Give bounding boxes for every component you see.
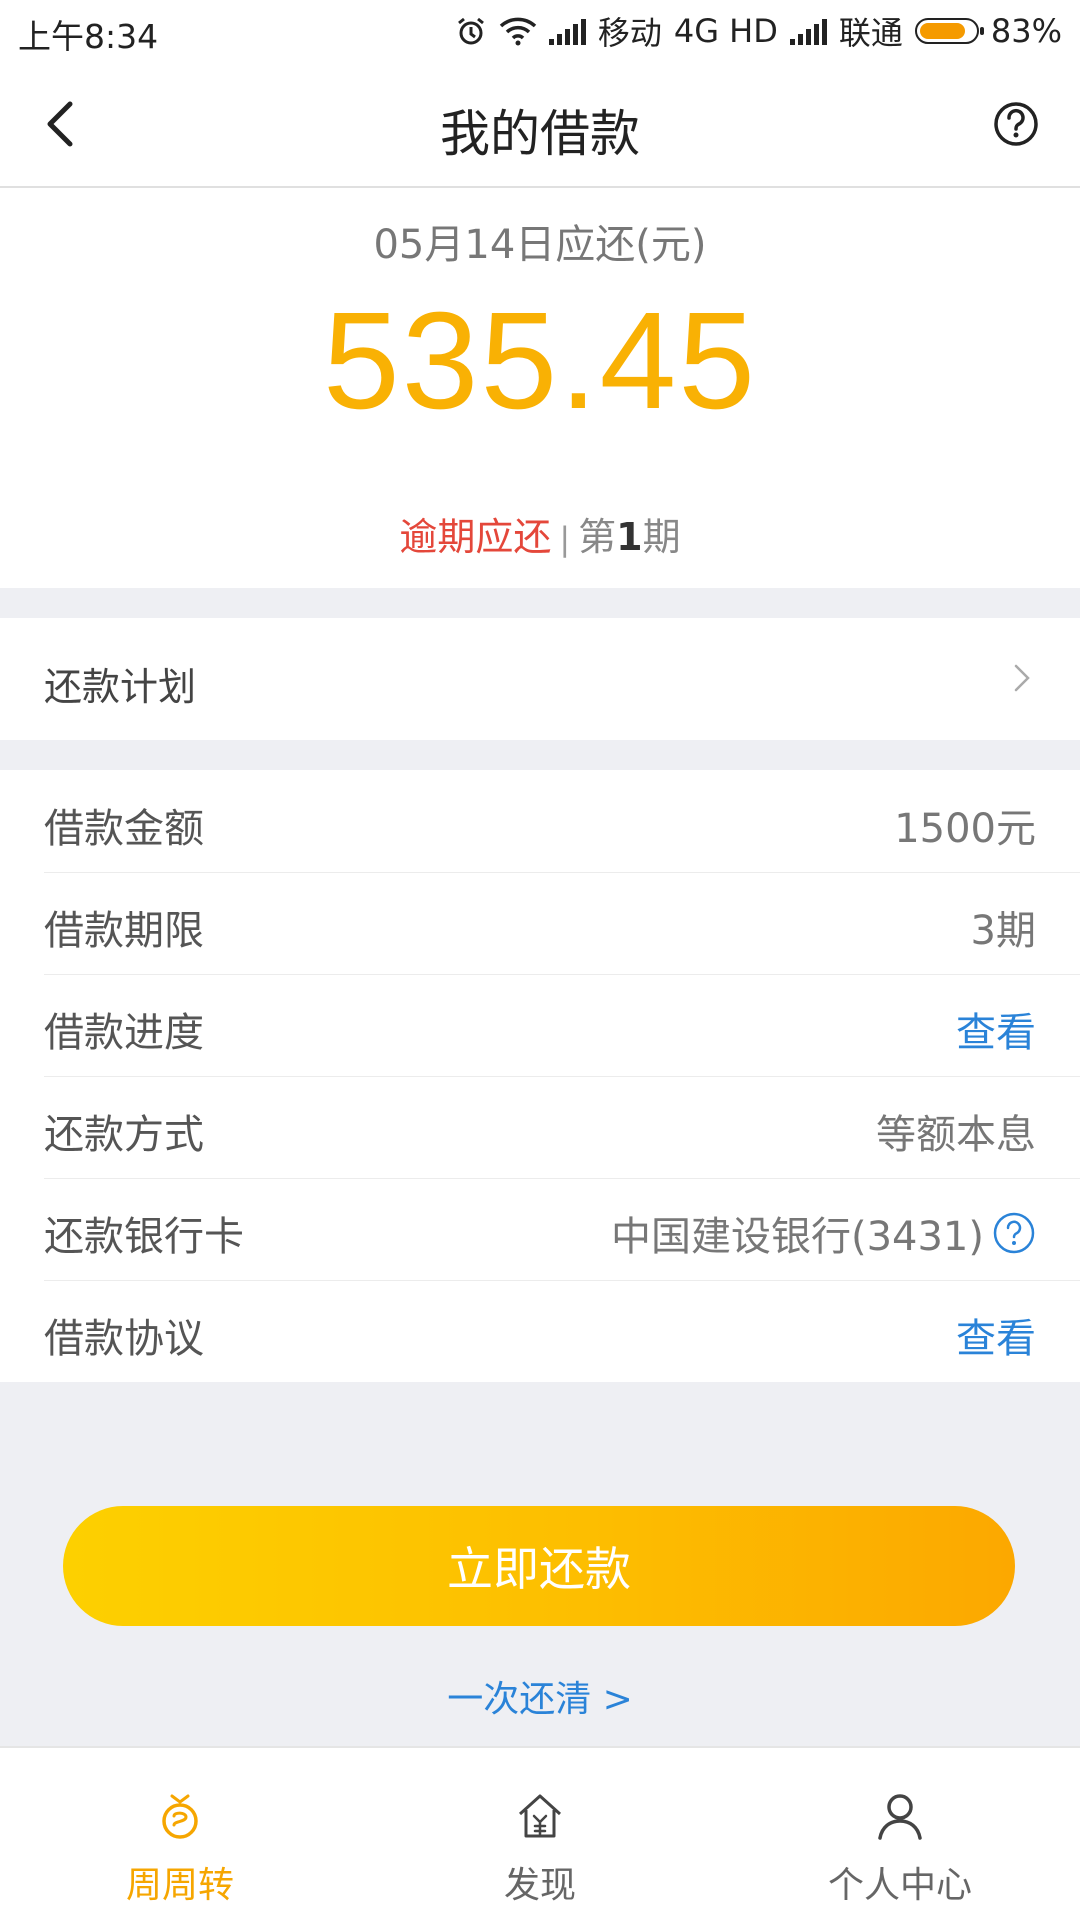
repay-method-value: 等额本息	[876, 1112, 1036, 1158]
battery-icon	[914, 18, 984, 44]
signal-icon	[548, 17, 586, 45]
question-circle-icon	[994, 102, 1038, 146]
period-prefix: 第	[578, 515, 617, 559]
repayment-status-line: 逾期应还 | 第1期	[0, 506, 1080, 561]
network-type: 4G HD	[673, 12, 778, 50]
loan-progress-view-link[interactable]: 查看	[956, 1000, 1036, 1058]
loan-progress-label: 借款进度	[44, 1010, 204, 1056]
loan-agreement-row[interactable]: 借款协议 查看	[44, 1280, 1080, 1382]
status-bar: 上午8:34 移动 4G HD 联通 83%	[0, 0, 1080, 62]
repayment-plan-row[interactable]: 还款计划	[0, 618, 1080, 740]
period-number: 1	[616, 515, 643, 559]
nav-item-discover[interactable]: 发现	[360, 1748, 720, 1922]
repay-card-value-wrap: 中国建设银行(3431)	[611, 1204, 1036, 1262]
loan-term-row: 借款期限 3期	[44, 872, 1080, 975]
repay-now-button[interactable]: 立即还款	[63, 1506, 1015, 1626]
period-suffix: 期	[642, 515, 681, 559]
question-circle-icon[interactable]	[992, 1211, 1036, 1255]
loan-agreement-view-link[interactable]: 查看	[956, 1306, 1036, 1364]
loan-term-label: 借款期限	[44, 908, 204, 954]
nav-label: 发现	[503, 1865, 576, 1906]
period-indicator: 第1期	[578, 515, 680, 559]
loan-amount-label: 借款金额	[44, 806, 204, 852]
due-amount: 535.45	[322, 284, 758, 438]
money-bag-icon	[162, 1794, 198, 1839]
repay-card-label: 还款银行卡	[44, 1214, 244, 1260]
alarm-icon	[457, 17, 484, 45]
nav-label: 个人中心	[827, 1865, 972, 1906]
status-separator: |	[559, 520, 571, 558]
bottom-nav: 周周转 发现 个人中心	[0, 1746, 1080, 1922]
page-title: 我的借款	[440, 105, 640, 163]
overdue-status: 逾期应还	[399, 515, 552, 559]
nav-item-profile[interactable]: 个人中心	[720, 1748, 1080, 1922]
help-button[interactable]	[980, 88, 1052, 160]
loan-amount-row: 借款金额 1500元	[44, 770, 1080, 873]
loan-amount-value: 1500元	[894, 806, 1036, 852]
repay-card-value: 中国建设银行(3431)	[610, 1214, 984, 1260]
loan-agreement-label: 借款协议	[44, 1316, 204, 1362]
chevron-right-icon	[1014, 664, 1030, 692]
person-icon	[878, 1794, 922, 1840]
title-bar: 我的借款	[0, 62, 1080, 188]
nav-label: 周周转	[125, 1865, 234, 1906]
wifi-icon	[499, 17, 537, 46]
due-date-label: 05月14日应还(元)	[373, 222, 707, 268]
amount-summary-card: 05月14日应还(元) 535.45 逾期应还 | 第1期	[0, 188, 1080, 588]
loan-progress-row[interactable]: 借款进度 查看	[44, 974, 1080, 1077]
repay-method-row: 还款方式 等额本息	[44, 1076, 1080, 1179]
loan-term-value: 3期	[970, 908, 1036, 954]
repay-card-row: 还款银行卡 中国建设银行(3431)	[44, 1178, 1080, 1281]
loan-details-list: 借款金额 1500元 借款期限 3期 借款进度 查看 还款方式 等额本息 还款银…	[0, 770, 1080, 1382]
discover-house-icon	[518, 1794, 562, 1838]
status-icons: 移动 4G HD 联通 83%	[455, 10, 1062, 52]
pay-off-link[interactable]: 一次还清 >	[0, 1670, 1080, 1722]
status-time: 上午8:34	[18, 17, 159, 56]
carrier-name-1: 移动	[597, 14, 662, 52]
battery-percent: 83%	[990, 12, 1062, 50]
signal-icon-2	[789, 17, 827, 45]
repayment-plan-label: 还款计划	[44, 665, 197, 709]
repay-method-label: 还款方式	[44, 1112, 204, 1158]
nav-item-zhouzhouzhuan[interactable]: 周周转	[0, 1748, 360, 1922]
carrier-name-2: 联通	[838, 14, 903, 52]
